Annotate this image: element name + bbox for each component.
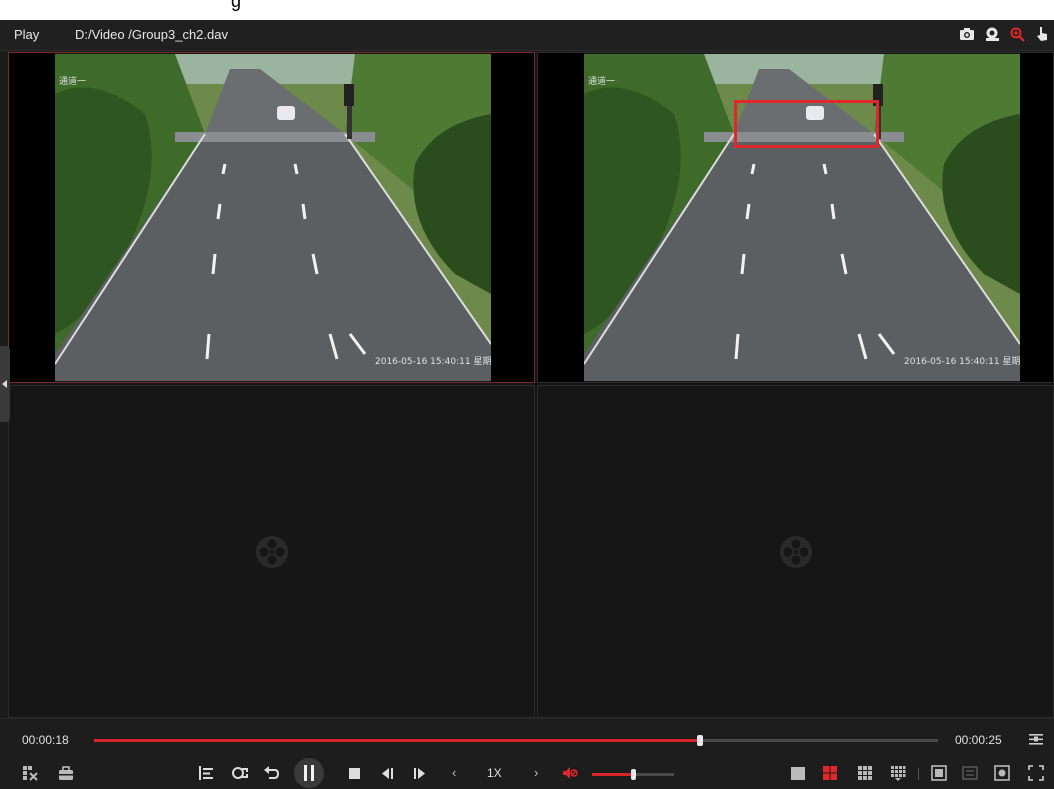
stop-icon[interactable] [347, 765, 363, 781]
sync-play-icon[interactable] [232, 765, 248, 781]
progress-handle[interactable] [696, 735, 703, 746]
step-forward-icon[interactable] [412, 765, 428, 781]
layout-16-icon[interactable] [890, 765, 906, 781]
current-time: 00:00:18 [22, 733, 69, 747]
clipped-caption: g [0, 0, 1054, 20]
record-clip-icon[interactable] [984, 26, 1000, 42]
fit-icon[interactable] [962, 765, 978, 781]
timeline-settings-icon[interactable] [1028, 731, 1044, 747]
layout-4-icon[interactable] [822, 765, 838, 781]
film-reel-icon [779, 535, 812, 568]
video-grid: 2016-05-16 15:40:11 星期三 通道一 2016-05-16 1… [8, 52, 1054, 718]
timeline-bar: 00:00:18 00:00:25 [0, 718, 1054, 759]
video-cell-4[interactable] [537, 385, 1054, 718]
pointer-icon[interactable] [1034, 26, 1050, 42]
progress-fill [94, 739, 700, 742]
layout-1-icon[interactable] [790, 765, 806, 781]
film-reel-icon [255, 535, 288, 568]
fullscreen-icon[interactable] [1028, 765, 1044, 781]
video-cell-2[interactable]: 2016-05-16 15:40:11 星期三 通道一 [537, 52, 1054, 383]
video-cell-3[interactable] [8, 385, 535, 718]
player-window: g Play D:/Video /Group3_ch2.dav 2016-05-… [0, 0, 1054, 789]
faster-icon[interactable]: › [534, 765, 538, 780]
video-frame: 2016-05-16 15:40:11 星期三 通道一 [54, 54, 500, 381]
mode-label: Play [14, 27, 40, 42]
mute-icon[interactable] [562, 765, 578, 781]
svg-text:2016-05-16 15:40:11 星期三: 2016-05-16 15:40:11 星期三 [904, 356, 1020, 367]
sidebar-toggle[interactable] [0, 346, 10, 422]
svg-text:通道一: 通道一 [588, 75, 615, 87]
clip-edit-icon[interactable] [22, 765, 38, 781]
detection-box [734, 100, 879, 148]
window-mode-icon[interactable] [931, 765, 947, 781]
rewind-icon[interactable] [263, 765, 279, 781]
snapshot-icon[interactable] [959, 26, 975, 42]
top-bar: Play D:/Video /Group3_ch2.dav [0, 20, 1054, 51]
slower-icon[interactable]: ‹ [452, 765, 456, 780]
volume-fill [592, 773, 633, 776]
step-backward-icon[interactable] [379, 765, 395, 781]
end-time: 00:00:25 [955, 733, 1002, 747]
pause-button[interactable] [294, 758, 324, 788]
file-path: D:/Video /Group3_ch2.dav [75, 27, 228, 42]
control-bar: ‹ 1X › [0, 758, 1054, 789]
toolbox-icon[interactable] [58, 765, 74, 781]
volume-slider[interactable] [592, 769, 674, 780]
layout-9-icon[interactable] [857, 765, 873, 781]
original-ratio-icon[interactable] [994, 765, 1010, 781]
zoom-icon[interactable] [1009, 26, 1025, 42]
progress-slider[interactable] [94, 735, 938, 746]
video-cell-1[interactable]: 2016-05-16 15:40:11 星期三 通道一 [8, 52, 535, 383]
svg-text:通道一: 通道一 [59, 75, 86, 87]
volume-handle[interactable] [631, 769, 636, 780]
video-frame: 2016-05-16 15:40:11 星期三 通道一 [583, 54, 1029, 381]
speed-value: 1X [487, 766, 502, 780]
svg-text:2016-05-16 15:40:11 星期三: 2016-05-16 15:40:11 星期三 [375, 356, 491, 367]
align-frame-icon[interactable] [198, 765, 214, 781]
